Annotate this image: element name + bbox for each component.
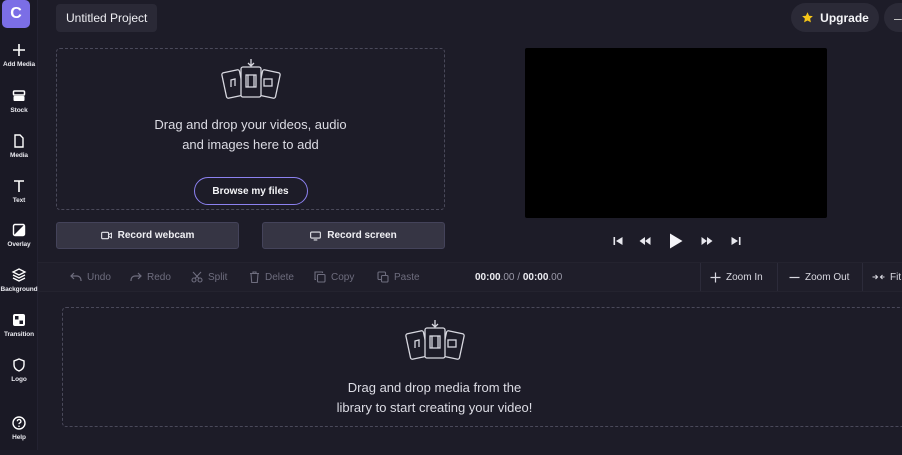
upgrade-button[interactable]: Upgrade <box>791 3 879 32</box>
more-icon: – <box>894 9 902 26</box>
media-drop-text: Drag and drop your videos, audio and ima… <box>154 117 347 152</box>
copy-button[interactable]: Copy <box>314 263 354 291</box>
toolbar-divider <box>700 263 701 291</box>
media-drop-zone[interactable]: Drag and drop your videos, audio and ima… <box>56 48 445 210</box>
sidebar-item-media[interactable]: Media <box>0 133 38 173</box>
skip-end-icon <box>731 237 741 245</box>
sidebar-item-transition[interactable]: Transition <box>0 312 38 352</box>
more-options-button[interactable]: – <box>884 3 902 32</box>
sidebar-item-label: Help <box>12 434 26 441</box>
media-files-icon <box>404 320 465 360</box>
rewind-button[interactable] <box>637 231 653 251</box>
delete-button[interactable]: Delete <box>249 263 294 291</box>
sidebar: C Add Media Stock Media Text Overlay Bac… <box>0 0 38 450</box>
rewind-icon <box>639 237 651 245</box>
sidebar-item-background[interactable]: Background <box>0 267 38 307</box>
timecode-display: 00:00.00 / 00:00.00 <box>475 271 563 283</box>
minus-icon <box>789 276 800 278</box>
timeline-toolbar: Undo Redo Split Delete Copy Paste 00:00.… <box>38 262 902 292</box>
skip-start-button[interactable] <box>611 231 625 251</box>
monitor-icon <box>310 231 322 240</box>
zoom-in-button[interactable]: Zoom In <box>710 263 763 291</box>
browse-files-button[interactable]: Browse my files <box>193 177 308 205</box>
sidebar-item-text[interactable]: Text <box>0 178 38 218</box>
file-icon <box>14 134 24 148</box>
play-button[interactable] <box>666 231 686 251</box>
transition-icon <box>13 314 25 326</box>
star-icon <box>802 12 814 23</box>
sidebar-item-label: Overlay <box>7 241 31 248</box>
record-screen-button[interactable]: Record screen <box>262 222 445 249</box>
sidebar-item-label: Media <box>10 152 28 159</box>
sidebar-item-logo[interactable]: Logo <box>0 357 38 397</box>
fast-forward-icon <box>701 237 713 245</box>
project-title[interactable]: Untitled Project <box>56 4 158 32</box>
media-files-icon <box>220 59 281 99</box>
timeline-drop-text: Drag and drop media from the library to … <box>336 380 533 415</box>
help-icon <box>12 416 26 430</box>
overlay-icon <box>12 223 26 237</box>
paste-icon <box>377 271 389 283</box>
play-icon <box>670 233 683 249</box>
sidebar-item-label: Text <box>12 197 26 204</box>
layers-icon <box>11 268 27 282</box>
sidebar-item-label: Background <box>0 286 38 293</box>
app-logo[interactable]: C <box>2 0 30 28</box>
sidebar-item-help[interactable]: Help <box>0 415 38 455</box>
paste-button[interactable]: Paste <box>377 263 420 291</box>
fit-button[interactable]: Fit <box>872 263 901 291</box>
split-button[interactable]: Split <box>191 263 227 291</box>
fast-forward-button[interactable] <box>699 231 715 251</box>
undo-icon <box>70 272 82 281</box>
sidebar-item-label: Logo <box>11 376 27 383</box>
shield-icon <box>13 358 25 372</box>
record-webcam-button[interactable]: Record webcam <box>56 222 239 249</box>
text-t-icon <box>14 180 24 192</box>
sidebar-item-stock[interactable]: Stock <box>0 88 38 128</box>
sidebar-item-add-media[interactable]: Add Media <box>0 42 38 82</box>
sidebar-item-label: Stock <box>10 107 28 114</box>
zoom-out-button[interactable]: Zoom Out <box>789 263 849 291</box>
stock-box-icon <box>12 90 26 101</box>
redo-button[interactable]: Redo <box>130 263 171 291</box>
copy-icon <box>314 271 326 283</box>
sidebar-item-overlay[interactable]: Overlay <box>0 222 38 262</box>
sidebar-item-label: Transition <box>3 331 35 338</box>
skip-start-icon <box>613 237 623 245</box>
webcam-icon <box>100 231 112 240</box>
undo-button[interactable]: Undo <box>70 263 111 291</box>
sidebar-item-label: Add Media <box>3 61 35 68</box>
trash-icon <box>250 271 259 283</box>
redo-icon <box>130 272 142 281</box>
fit-arrows-icon <box>872 274 885 280</box>
toolbar-divider <box>777 263 778 291</box>
toolbar-divider <box>862 263 863 291</box>
skip-end-button[interactable] <box>729 231 743 251</box>
plus-icon <box>710 272 721 282</box>
scissors-icon <box>191 271 203 283</box>
timeline-drop-zone[interactable]: Drag and drop media from the library to … <box>62 307 902 427</box>
plus-icon <box>13 44 25 56</box>
video-preview <box>525 48 827 218</box>
